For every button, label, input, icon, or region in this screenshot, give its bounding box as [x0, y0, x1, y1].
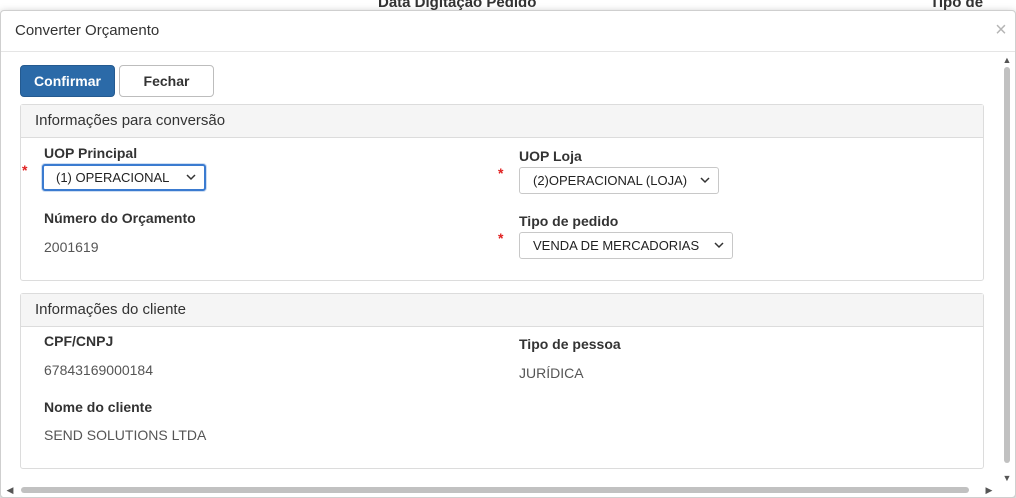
nome-cliente-label: Nome do cliente — [44, 399, 153, 415]
tipo-pedido-select[interactable]: VENDA DE MERCADORIAS — [519, 232, 733, 259]
client-panel-heading: Informações do cliente — [21, 294, 983, 327]
vertical-scroll-thumb[interactable] — [1004, 67, 1010, 463]
client-panel: Informações do cliente CPF/CNPJ 67843169… — [20, 293, 984, 469]
convert-budget-modal: Converter Orçamento × Confirmar Fechar I… — [0, 10, 1016, 498]
chevron-down-icon — [714, 233, 726, 258]
chevron-down-icon — [700, 168, 712, 193]
modal-body: Confirmar Fechar Informações para conver… — [1, 53, 999, 479]
vertical-scrollbar[interactable]: ▲ ▼ — [999, 53, 1015, 487]
cpf-cnpj-value: 67843169000184 — [44, 362, 154, 378]
scroll-up-icon[interactable]: ▲ — [1002, 55, 1012, 65]
confirm-button[interactable]: Confirmar — [20, 65, 115, 97]
chevron-down-icon — [186, 166, 198, 189]
required-asterisk: * — [498, 230, 504, 246]
tipo-pessoa-label: Tipo de pessoa — [519, 336, 621, 352]
scroll-down-icon[interactable]: ▼ — [1002, 473, 1012, 483]
cpf-cnpj-label: CPF/CNPJ — [44, 333, 114, 349]
conversion-panel-heading: Informações para conversão — [21, 105, 983, 138]
close-button[interactable]: Fechar — [119, 65, 214, 97]
uop-principal-select[interactable]: (1) OPERACIONAL — [42, 164, 206, 191]
required-asterisk: * — [22, 162, 28, 178]
uop-loja-select[interactable]: (2)OPERACIONAL (LOJA) — [519, 167, 719, 194]
tipo-pedido-value: VENDA DE MERCADORIAS — [533, 238, 700, 253]
conversion-panel: Informações para conversão UOP Principal… — [20, 104, 984, 281]
required-asterisk: * — [498, 165, 504, 181]
numero-orcamento-value: 2001619 — [44, 239, 99, 255]
modal-header: Converter Orçamento × — [1, 11, 1015, 52]
close-icon[interactable]: × — [993, 20, 1009, 40]
numero-orcamento-label: Número do Orçamento — [44, 210, 196, 226]
horizontal-scrollbar[interactable]: ◀ ▶ — [1, 483, 1001, 497]
nome-cliente-value: SEND SOLUTIONS LTDA — [44, 427, 207, 443]
tipo-pessoa-value: JURÍDICA — [519, 365, 584, 381]
uop-principal-value: (1) OPERACIONAL — [56, 170, 170, 185]
tipo-pedido-label: Tipo de pedido — [519, 213, 619, 229]
horizontal-scroll-thumb[interactable] — [21, 487, 969, 493]
scroll-right-icon[interactable]: ▶ — [984, 485, 994, 495]
modal-title: Converter Orçamento — [15, 22, 160, 39]
uop-loja-value: (2)OPERACIONAL (LOJA) — [533, 173, 688, 188]
scroll-left-icon[interactable]: ◀ — [5, 485, 15, 495]
uop-loja-label: UOP Loja — [519, 148, 582, 164]
uop-principal-label: UOP Principal — [44, 145, 138, 161]
